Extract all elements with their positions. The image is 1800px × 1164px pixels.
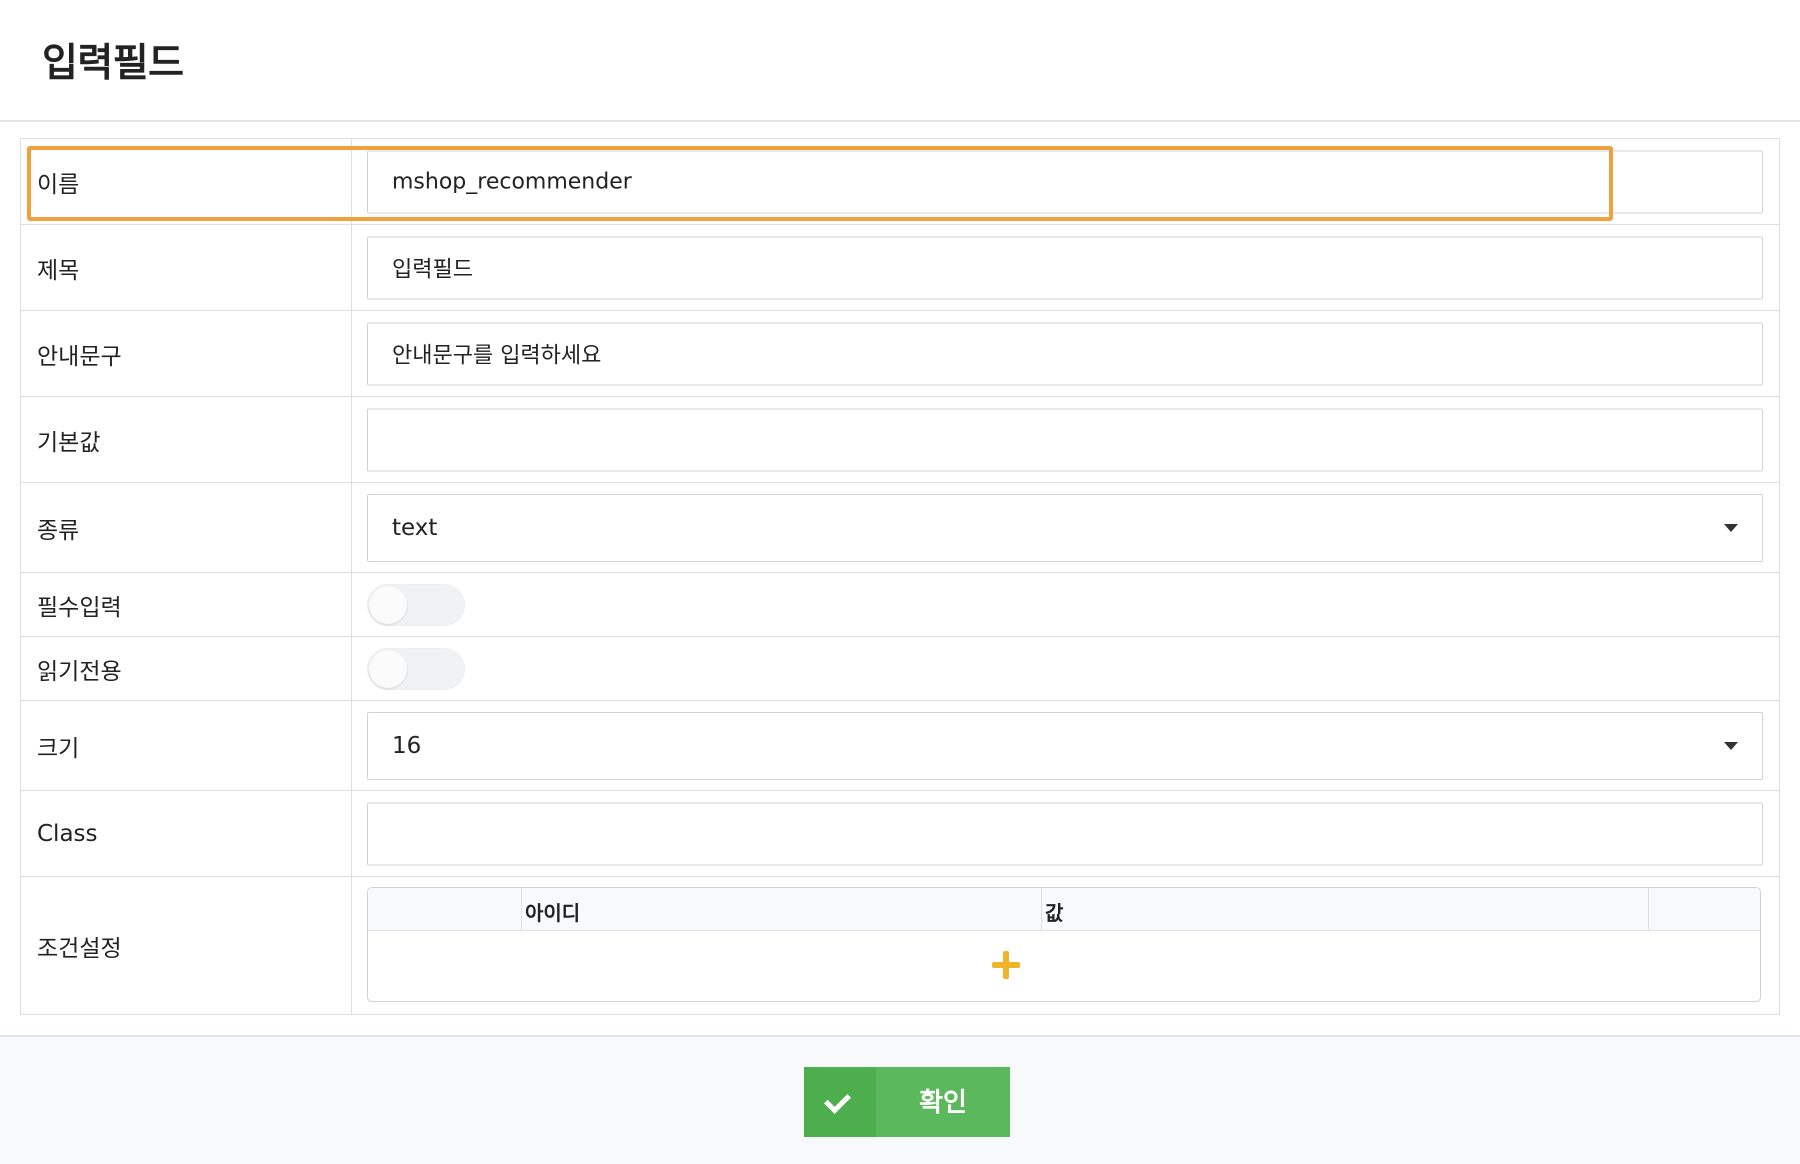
dialog-footer: 확인 [0, 1035, 1800, 1164]
size-label: 크기 [37, 735, 80, 762]
required-label: 필수입력 [37, 594, 122, 621]
confirm-button-label: 확인 [919, 1087, 967, 1117]
plus-icon[interactable] [992, 951, 1020, 979]
row-conditions: 조건설정 아이디 값 [21, 877, 1779, 1014]
toggle-knob [369, 649, 407, 688]
row-required: 필수입력 [21, 573, 1779, 637]
toggle-knob [369, 585, 407, 624]
size-selected-value: 16 [392, 732, 422, 759]
conditions-label: 조건설정 [37, 935, 122, 962]
placeholder-input[interactable] [367, 322, 1763, 385]
row-placeholder: 안내문구 [21, 311, 1779, 397]
confirm-button[interactable]: 확인 [804, 1067, 1010, 1137]
dialog-title: 입력필드 [42, 41, 184, 86]
placeholder-label: 안내문구 [37, 343, 122, 370]
row-name: 이름 [21, 139, 1779, 225]
subject-label: 제목 [37, 257, 80, 284]
type-select[interactable]: text [367, 493, 1763, 562]
column-header-value: 값 [1045, 901, 1064, 925]
conditions-table-header: 아이디 값 [368, 888, 1760, 931]
subject-input[interactable] [367, 236, 1763, 299]
type-selected-value: text [392, 514, 438, 541]
class-label: Class [37, 820, 98, 847]
default-input[interactable] [367, 408, 1763, 471]
row-size: 크기 16 [21, 701, 1779, 791]
readonly-label: 읽기전용 [37, 658, 122, 685]
row-class: Class [21, 791, 1779, 877]
row-readonly: 읽기전용 [21, 637, 1779, 701]
readonly-toggle[interactable] [367, 647, 465, 690]
row-default: 기본값 [21, 397, 1779, 483]
type-label: 종류 [37, 517, 80, 544]
field-settings-form: 이름 제목 안내문구 기본값 종류 text 필수입력 읽기전용 크기 16 [20, 138, 1780, 1015]
caret-down-icon [1724, 523, 1738, 532]
default-label: 기본값 [37, 429, 101, 456]
name-label: 이름 [37, 171, 80, 198]
conditions-table: 아이디 값 [367, 887, 1761, 1002]
column-header-id: 아이디 [525, 901, 581, 925]
size-select[interactable]: 16 [367, 711, 1763, 780]
required-toggle[interactable] [367, 583, 465, 626]
class-input[interactable] [367, 802, 1763, 865]
row-subject: 제목 [21, 225, 1779, 311]
name-input[interactable] [367, 150, 1763, 213]
check-icon [824, 1087, 851, 1114]
caret-down-icon [1724, 741, 1738, 750]
dialog-header: 입력필드 [0, 0, 1800, 122]
row-type: 종류 text [21, 483, 1779, 573]
